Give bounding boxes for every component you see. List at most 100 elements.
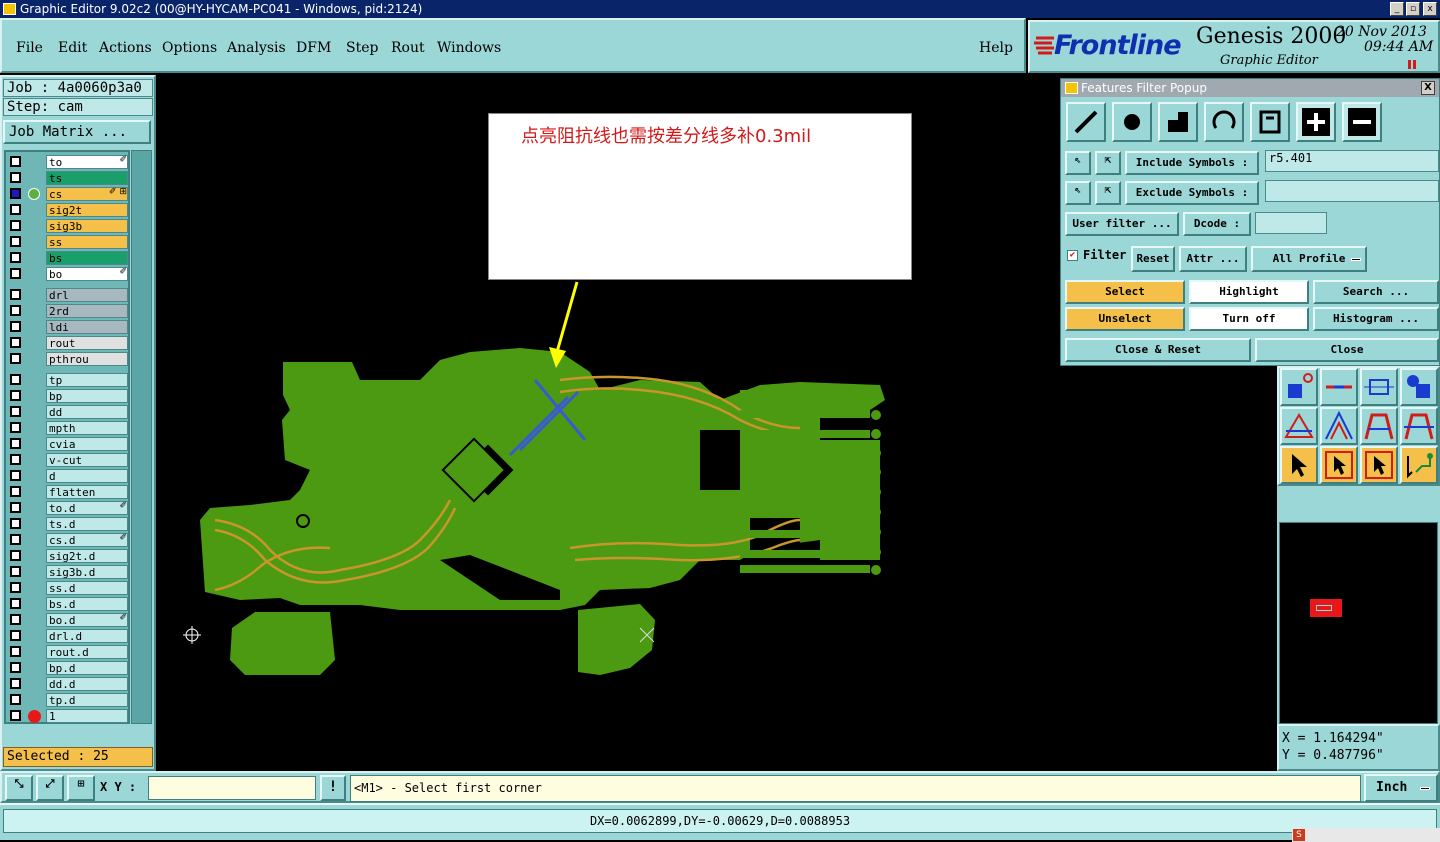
menu-help[interactable]: Help [979,40,1013,56]
tool-dfm-3[interactable] [1360,407,1398,445]
layer-checkbox[interactable] [10,321,21,332]
menu-step[interactable]: Step [346,40,378,56]
layer-list-scrollbar[interactable] [131,150,152,724]
layer-checkbox[interactable] [10,678,21,689]
layer-row-cs[interactable]: cs ✐ ⊞ [6,186,131,202]
layer-checkbox[interactable] [10,374,21,385]
include-symbols-button[interactable]: Include Symbols : [1125,151,1259,175]
layer-row-sig3b[interactable]: sig3b [6,218,131,234]
layer-row-ss[interactable]: ss [6,234,131,250]
layer-row-sig2t.d[interactable]: sig2t.d [6,548,131,564]
line-feature-toggle[interactable] [1066,102,1106,142]
include-pick-button[interactable]: ⇖ [1065,151,1091,175]
layer-checkbox[interactable] [10,337,21,348]
layer-row-sig3b.d[interactable]: sig3b.d [6,564,131,580]
close-window-button[interactable]: x [1423,2,1437,16]
layer-row-mpth[interactable]: mpth [6,420,131,436]
layer-row-drl[interactable]: drl [6,287,131,303]
layer-checkbox[interactable] [10,406,21,417]
exclude-symbols-input[interactable] [1265,180,1439,202]
layer-checkbox[interactable] [10,305,21,316]
tool-pointer-poly[interactable] [1360,446,1398,484]
user-filter-button[interactable]: User filter ... [1065,212,1179,236]
turn-off-button[interactable]: Turn off [1189,307,1309,331]
exclude-symbols-button[interactable]: Exclude Symbols : [1125,181,1259,205]
layer-checkbox[interactable] [10,710,21,721]
layer-row-tp[interactable]: tp [6,372,131,388]
minimize-button[interactable]: _ [1390,2,1404,16]
select-button[interactable]: Select [1065,280,1185,304]
tool-dfm-4[interactable] [1400,407,1438,445]
layer-row-bo.d[interactable]: bo.d ✐ [6,612,131,628]
layer-checkbox[interactable] [10,614,21,625]
info-button[interactable]: ! [320,775,346,801]
layer-row-bs.d[interactable]: bs.d [6,596,131,612]
layer-row-rout[interactable]: rout [6,335,131,351]
layer-checkbox[interactable] [10,534,21,545]
layer-checkbox[interactable] [10,422,21,433]
maximize-button[interactable]: ▫ [1406,2,1420,16]
pad-feature-toggle[interactable] [1112,102,1152,142]
layer-row-2rd[interactable]: 2rd [6,303,131,319]
job-matrix-button[interactable]: Job Matrix ... [3,120,151,144]
layer-row-sig2t[interactable]: sig2t [6,202,131,218]
menu-rout[interactable]: Rout [391,40,425,56]
layer-row-cvia[interactable]: cvia [6,436,131,452]
units-dropdown[interactable]: Inch [1364,774,1438,802]
layer-checkbox[interactable] [10,470,21,481]
arc-feature-toggle[interactable] [1204,102,1244,142]
histogram-button[interactable]: Histogram ... [1313,307,1439,331]
layer-row-bo[interactable]: bo ✐ [6,266,131,282]
layer-checkbox[interactable] [10,252,21,263]
filter-checkbox[interactable]: ✔ [1067,250,1078,261]
menu-file[interactable]: File [16,40,43,56]
layer-checkbox[interactable] [10,204,21,215]
layer-checkbox[interactable] [10,454,21,465]
layer-checkbox[interactable] [10,188,21,199]
search-button[interactable]: Search ... [1313,280,1439,304]
zoom-box-button[interactable]: ⤢ [36,775,64,801]
layer-checkbox[interactable] [10,502,21,513]
layer-checkbox[interactable] [10,662,21,673]
menu-dfm[interactable]: DFM [296,40,331,56]
layer-row-dd.d[interactable]: dd.d [6,676,131,692]
layer-checkbox[interactable] [10,598,21,609]
menu-windows[interactable]: Windows [437,40,501,56]
tool-pointer[interactable] [1280,446,1318,484]
tool-route[interactable] [1400,446,1438,484]
exclude-pick-list-button[interactable]: ⇱ [1095,181,1121,205]
layer-row-to[interactable]: to ✐ [6,154,131,170]
layer-row-ts[interactable]: ts [6,170,131,186]
tool-dfm-2[interactable] [1320,407,1358,445]
exclude-pick-button[interactable]: ⇖ [1065,181,1091,205]
zoom-fit-button[interactable]: ⤡ [5,775,33,801]
layer-checkbox[interactable] [10,630,21,641]
close-reset-button[interactable]: Close & Reset [1065,338,1251,362]
xy-input[interactable] [148,776,316,800]
menu-edit[interactable]: Edit [58,40,87,56]
layer-checkbox[interactable] [10,518,21,529]
layer-checkbox[interactable] [10,268,21,279]
layer-row-ldi[interactable]: ldi [6,319,131,335]
layer-row-ss.d[interactable]: ss.d [6,580,131,596]
dcode-input[interactable] [1255,212,1327,234]
overview-map[interactable] [1279,522,1438,724]
profile-dropdown[interactable]: All Profile [1251,246,1367,272]
layer-row-cs.d[interactable]: cs.d ✐ [6,532,131,548]
popup-close-x[interactable]: X [1421,81,1435,95]
layer-row-1[interactable]: 1 [6,708,131,724]
tool-dfm-1[interactable] [1280,407,1318,445]
grid-snap-button[interactable]: ⊞ [67,775,95,801]
layer-row-rout.d[interactable]: rout.d [6,644,131,660]
layer-checkbox[interactable] [10,390,21,401]
close-button[interactable]: Close [1255,338,1439,362]
include-symbols-input[interactable]: r5.401 [1265,150,1439,172]
attr-button[interactable]: Attr ... [1179,246,1247,272]
layer-row-bs[interactable]: bs [6,250,131,266]
filter-toggle[interactable]: ✔ Filter [1065,245,1129,269]
layer-checkbox[interactable] [10,550,21,561]
layer-checkbox[interactable] [10,694,21,705]
overview-viewport[interactable] [1310,599,1342,617]
layer-checkbox[interactable] [10,582,21,593]
menu-analysis[interactable]: Analysis [227,40,286,56]
